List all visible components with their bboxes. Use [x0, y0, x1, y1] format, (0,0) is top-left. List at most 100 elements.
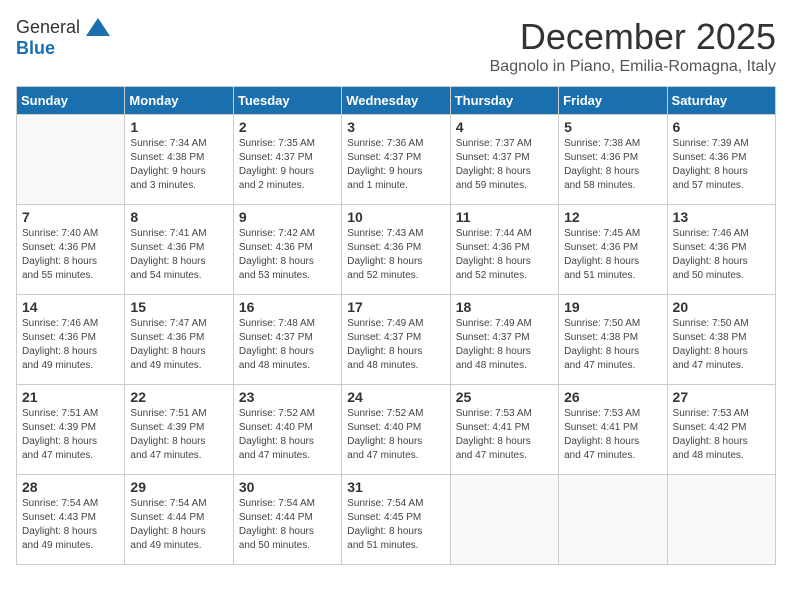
day-info: Sunrise: 7:35 AM Sunset: 4:37 PM Dayligh… [239, 137, 336, 193]
calendar-cell: 31 Sunrise: 7:54 AM Sunset: 4:45 PM Dayli… [342, 475, 450, 565]
weekday-header: Saturday [667, 87, 775, 115]
day-number: 13 [673, 209, 770, 225]
day-info: Sunrise: 7:50 AM Sunset: 4:38 PM Dayligh… [673, 317, 770, 373]
calendar-cell: 2 Sunrise: 7:35 AM Sunset: 4:37 PM Daylig… [233, 115, 341, 205]
day-number: 12 [564, 209, 661, 225]
calendar: SundayMondayTuesdayWednesdayThursdayFrid… [16, 86, 776, 565]
calendar-week-row: 1 Sunrise: 7:34 AM Sunset: 4:38 PM Daylig… [17, 115, 776, 205]
day-number: 5 [564, 119, 661, 135]
day-info: Sunrise: 7:39 AM Sunset: 4:36 PM Dayligh… [673, 137, 770, 193]
day-info: Sunrise: 7:45 AM Sunset: 4:36 PM Dayligh… [564, 227, 661, 283]
calendar-cell: 30Sunrise: 7:54 AM Sunset: 4:44 PM Dayli… [233, 475, 341, 565]
day-number: 26 [564, 389, 661, 405]
day-info: Sunrise: 7:49 AM Sunset: 4:37 PM Dayligh… [347, 317, 444, 373]
day-number: 17 [347, 299, 444, 315]
calendar-cell: 20 Sunrise: 7:50 AM Sunset: 4:38 PM Dayli… [667, 295, 775, 385]
day-info: Sunrise: 7:51 AM Sunset: 4:39 PM Dayligh… [130, 407, 227, 463]
weekday-header-row: SundayMondayTuesdayWednesdayThursdayFrid… [17, 87, 776, 115]
day-info: Sunrise: 7:54 AM Sunset: 4:45 PM Dayligh… [347, 497, 444, 553]
day-info: Sunrise: 7:53 AM Sunset: 4:42 PM Dayligh… [673, 407, 770, 463]
day-info: Sunrise: 7:42 AM Sunset: 4:36 PM Dayligh… [239, 227, 336, 283]
day-number: 25 [456, 389, 553, 405]
day-number: 31 [347, 479, 444, 495]
calendar-cell: 22 Sunrise: 7:51 AM Sunset: 4:39 PM Dayli… [125, 385, 233, 475]
day-number: 14 [22, 299, 119, 315]
day-info: Sunrise: 7:46 AM Sunset: 4:36 PM Dayligh… [673, 227, 770, 283]
day-info: Sunrise: 7:41 AM Sunset: 4:36 PM Dayligh… [130, 227, 227, 283]
day-info: Sunrise: 7:43 AM Sunset: 4:36 PM Dayligh… [347, 227, 444, 283]
weekday-header: Tuesday [233, 87, 341, 115]
day-info: Sunrise: 7:36 AM Sunset: 4:37 PM Dayligh… [347, 137, 444, 193]
title-block: December 2025 Bagnolo in Piano, Emilia-R… [490, 16, 776, 76]
calendar-cell: 14 Sunrise: 7:46 AM Sunset: 4:36 PM Dayli… [17, 295, 125, 385]
day-number: 9 [239, 209, 336, 225]
day-number: 18 [456, 299, 553, 315]
weekday-header: Wednesday [342, 87, 450, 115]
logo-general: General [16, 17, 80, 38]
day-number: 20 [673, 299, 770, 315]
day-number: 19 [564, 299, 661, 315]
calendar-cell: 7 Sunrise: 7:40 AM Sunset: 4:36 PM Daylig… [17, 205, 125, 295]
location-title: Bagnolo in Piano, Emilia-Romagna, Italy [490, 58, 776, 76]
calendar-cell: 15 Sunrise: 7:47 AM Sunset: 4:36 PM Dayli… [125, 295, 233, 385]
calendar-cell: 13 Sunrise: 7:46 AM Sunset: 4:36 PM Dayli… [667, 205, 775, 295]
day-info: Sunrise: 7:44 AM Sunset: 4:36 PM Dayligh… [456, 227, 553, 283]
day-info: Sunrise: 7:51 AM Sunset: 4:39 PM Dayligh… [22, 407, 119, 463]
calendar-cell: 5 Sunrise: 7:38 AM Sunset: 4:36 PM Daylig… [559, 115, 667, 205]
day-number: 7 [22, 209, 119, 225]
calendar-cell [17, 115, 125, 205]
day-number: 2 [239, 119, 336, 135]
calendar-cell: 19 Sunrise: 7:50 AM Sunset: 4:38 PM Dayli… [559, 295, 667, 385]
logo-blue: Blue [16, 38, 55, 58]
day-info: Sunrise: 7:50 AM Sunset: 4:38 PM Dayligh… [564, 317, 661, 373]
day-info: Sunrise: 7:47 AM Sunset: 4:36 PM Dayligh… [130, 317, 227, 373]
day-number: 10 [347, 209, 444, 225]
calendar-cell: 17 Sunrise: 7:49 AM Sunset: 4:37 PM Dayli… [342, 295, 450, 385]
calendar-cell: 26Sunrise: 7:53 AM Sunset: 4:41 PM Dayli… [559, 385, 667, 475]
day-info: Sunrise: 7:46 AM Sunset: 4:36 PM Dayligh… [22, 317, 119, 373]
day-info: Sunrise: 7:38 AM Sunset: 4:36 PM Dayligh… [564, 137, 661, 193]
day-number: 8 [130, 209, 227, 225]
day-info: Sunrise: 7:49 AM Sunset: 4:37 PM Dayligh… [456, 317, 553, 373]
calendar-cell: 25 Sunrise: 7:53 AM Sunset: 4:41 PM Dayli… [450, 385, 558, 475]
day-info: Sunrise: 7:37 AM Sunset: 4:37 PM Dayligh… [456, 137, 553, 193]
calendar-cell: 1 Sunrise: 7:34 AM Sunset: 4:38 PM Daylig… [125, 115, 233, 205]
day-info: Sunrise: 7:53 AM Sunset: 4:41 PM Dayligh… [456, 407, 553, 463]
day-number: 15 [130, 299, 227, 315]
day-info: Sunrise: 7:34 AM Sunset: 4:38 PM Dayligh… [130, 137, 227, 193]
calendar-cell: 8 Sunrise: 7:41 AM Sunset: 4:36 PM Daylig… [125, 205, 233, 295]
day-number: 30 [239, 479, 336, 495]
calendar-cell [559, 475, 667, 565]
day-number: 22 [130, 389, 227, 405]
day-number: 28 [22, 479, 119, 495]
day-number: 16 [239, 299, 336, 315]
day-info: Sunrise: 7:40 AM Sunset: 4:36 PM Dayligh… [22, 227, 119, 283]
day-number: 24 [347, 389, 444, 405]
day-number: 29 [130, 479, 227, 495]
calendar-week-row: 7 Sunrise: 7:40 AM Sunset: 4:36 PM Daylig… [17, 205, 776, 295]
day-number: 21 [22, 389, 119, 405]
day-number: 6 [673, 119, 770, 135]
calendar-cell: 24Sunrise: 7:52 AM Sunset: 4:40 PM Dayli… [342, 385, 450, 475]
logo-icon [84, 16, 112, 38]
day-info: Sunrise: 7:54 AM Sunset: 4:44 PM Dayligh… [130, 497, 227, 553]
weekday-header: Sunday [17, 87, 125, 115]
day-info: Sunrise: 7:54 AM Sunset: 4:43 PM Dayligh… [22, 497, 119, 553]
calendar-cell [450, 475, 558, 565]
calendar-cell: 11Sunrise: 7:44 AM Sunset: 4:36 PM Dayli… [450, 205, 558, 295]
logo: General Blue [16, 16, 112, 59]
day-number: 3 [347, 119, 444, 135]
calendar-week-row: 14 Sunrise: 7:46 AM Sunset: 4:36 PM Dayli… [17, 295, 776, 385]
calendar-cell: 12 Sunrise: 7:45 AM Sunset: 4:36 PM Dayli… [559, 205, 667, 295]
day-number: 23 [239, 389, 336, 405]
weekday-header: Friday [559, 87, 667, 115]
calendar-cell: 3 Sunrise: 7:36 AM Sunset: 4:37 PM Daylig… [342, 115, 450, 205]
calendar-cell: 16Sunrise: 7:48 AM Sunset: 4:37 PM Dayli… [233, 295, 341, 385]
calendar-cell: 27Sunrise: 7:53 AM Sunset: 4:42 PM Dayli… [667, 385, 775, 475]
calendar-cell: 18 Sunrise: 7:49 AM Sunset: 4:37 PM Dayli… [450, 295, 558, 385]
calendar-cell: 4Sunrise: 7:37 AM Sunset: 4:37 PM Daylig… [450, 115, 558, 205]
weekday-header: Thursday [450, 87, 558, 115]
calendar-cell [667, 475, 775, 565]
calendar-cell: 23Sunrise: 7:52 AM Sunset: 4:40 PM Dayli… [233, 385, 341, 475]
day-number: 1 [130, 119, 227, 135]
